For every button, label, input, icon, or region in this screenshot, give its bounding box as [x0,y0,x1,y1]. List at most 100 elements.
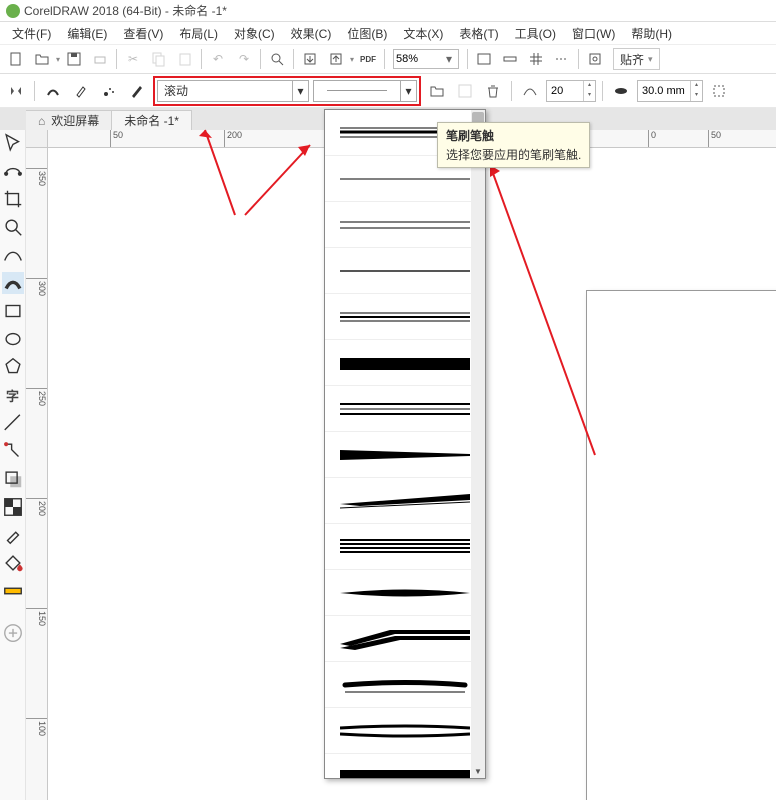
open-button[interactable] [30,47,54,71]
freehand-tool[interactable] [2,244,24,266]
shape-tool[interactable] [2,160,24,182]
menu-edit[interactable]: 编辑(E) [61,23,113,44]
artistic-media-tool[interactable] [2,272,24,294]
show-guidelines-button[interactable] [550,47,574,71]
brush-item[interactable] [325,478,485,524]
stroke-width-box[interactable]: ▴▾ [637,80,703,102]
tab-document[interactable]: 未命名 -1* [112,110,192,130]
brush-item[interactable] [325,524,485,570]
chevron-down-icon[interactable]: ▾ [292,81,308,101]
show-rulers-button[interactable] [498,47,522,71]
mirror-horizontal-icon[interactable] [4,79,28,103]
publish-pdf-button[interactable]: PDF [356,47,380,71]
cut-button[interactable]: ✂ [121,47,145,71]
rectangle-tool[interactable] [2,300,24,322]
preset-tool-icon[interactable] [41,79,65,103]
highlighted-controls: 滚动 ▾ ▾ [153,76,421,106]
menu-effect[interactable]: 效果(C) [285,23,338,44]
tab-welcome[interactable]: ⌂ 欢迎屏幕 [26,110,112,130]
menu-file[interactable]: 文件(F) [6,23,57,44]
tab-label: 欢迎屏幕 [51,112,99,129]
connector-tool[interactable] [2,440,24,462]
menu-object[interactable]: 对象(C) [228,23,281,44]
brush-item[interactable] [325,386,485,432]
brush-item[interactable] [325,616,485,662]
bounding-box-button[interactable] [707,79,731,103]
parallel-dim-tool[interactable] [2,412,24,434]
brush-item[interactable] [325,340,485,386]
separator [578,49,579,69]
calligraphic-tool-icon[interactable] [125,79,149,103]
scrollbar-down-arrow-icon[interactable]: ▼ [471,764,485,778]
snap-to-combo[interactable]: 贴齐 ▾ [613,48,660,70]
brush-stroke-dropdown[interactable]: ▼ [324,109,486,779]
undo-button[interactable]: ↶ [206,47,230,71]
chevron-down-icon[interactable]: ▾ [442,52,456,66]
separator [602,81,603,101]
annotation-arrow [480,155,610,465]
menu-layout[interactable]: 布局(L) [173,23,224,44]
zoom-input[interactable] [396,53,442,65]
paste-button[interactable] [173,47,197,71]
stroke-category-combo[interactable]: 滚动 ▾ [157,80,309,102]
import-button[interactable] [298,47,322,71]
pick-tool[interactable] [2,132,24,154]
menu-bitmap[interactable]: 位图(B) [341,23,393,44]
smoothing-input[interactable] [547,85,583,97]
ellipse-tool[interactable] [2,328,24,350]
menu-help[interactable]: 帮助(H) [625,23,678,44]
ruler-corner[interactable] [26,130,48,148]
brush-item[interactable] [325,754,485,779]
brush-item[interactable] [325,294,485,340]
chevron-down-icon[interactable]: ▾ [400,81,416,101]
print-button[interactable] [88,47,112,71]
menu-table[interactable]: 表格(T) [453,23,504,44]
dropdown-scrollbar[interactable] [471,110,485,764]
stroke-width-input[interactable] [638,85,690,97]
tooltip-desc: 选择您要应用的笔刷笔触. [446,146,581,163]
brush-item[interactable] [325,662,485,708]
zoom-combo[interactable]: ▾ [393,49,459,69]
text-tool[interactable]: 字 [2,384,24,406]
brush-item[interactable] [325,570,485,616]
brush-item[interactable] [325,202,485,248]
save-stroke-button[interactable] [453,79,477,103]
delete-stroke-button[interactable] [481,79,505,103]
menu-tools[interactable]: 工具(O) [509,23,562,44]
brush-item[interactable] [325,708,485,754]
save-button[interactable] [62,47,86,71]
menu-window[interactable]: 窗口(W) [566,23,621,44]
crop-tool[interactable] [2,188,24,210]
tooltip-title: 笔刷笔触 [446,127,581,144]
brush-stroke-combo[interactable]: ▾ [313,80,417,102]
polygon-tool[interactable] [2,356,24,378]
quick-customize-button[interactable] [2,622,24,644]
brush-item[interactable] [325,248,485,294]
vertical-ruler[interactable]: 350300250200150100 [26,148,48,800]
smoothing-value-box[interactable]: ▴▾ [546,80,596,102]
interactive-fill-tool[interactable] [2,552,24,574]
new-button[interactable] [4,47,28,71]
separator [116,49,117,69]
brush-item[interactable] [325,432,485,478]
show-grid-button[interactable] [524,47,548,71]
outline-pen-tool[interactable] [2,580,24,602]
stroke-category-value: 滚动 [158,82,292,99]
redo-button[interactable]: ↷ [232,47,256,71]
sprayer-tool-icon[interactable] [97,79,121,103]
menu-text[interactable]: 文本(X) [397,23,449,44]
export-button[interactable] [324,47,348,71]
page-outline [586,290,776,800]
fullscreen-preview-button[interactable] [472,47,496,71]
brush-tool-icon[interactable] [69,79,93,103]
separator [260,49,261,69]
drop-shadow-tool[interactable] [2,468,24,490]
copy-button[interactable] [147,47,171,71]
search-content-button[interactable] [265,47,289,71]
browse-folder-button[interactable] [425,79,449,103]
options-button[interactable] [583,47,607,71]
zoom-tool[interactable] [2,216,24,238]
menu-view[interactable]: 查看(V) [117,23,169,44]
transparency-tool[interactable] [2,496,24,518]
eyedropper-tool[interactable] [2,524,24,546]
